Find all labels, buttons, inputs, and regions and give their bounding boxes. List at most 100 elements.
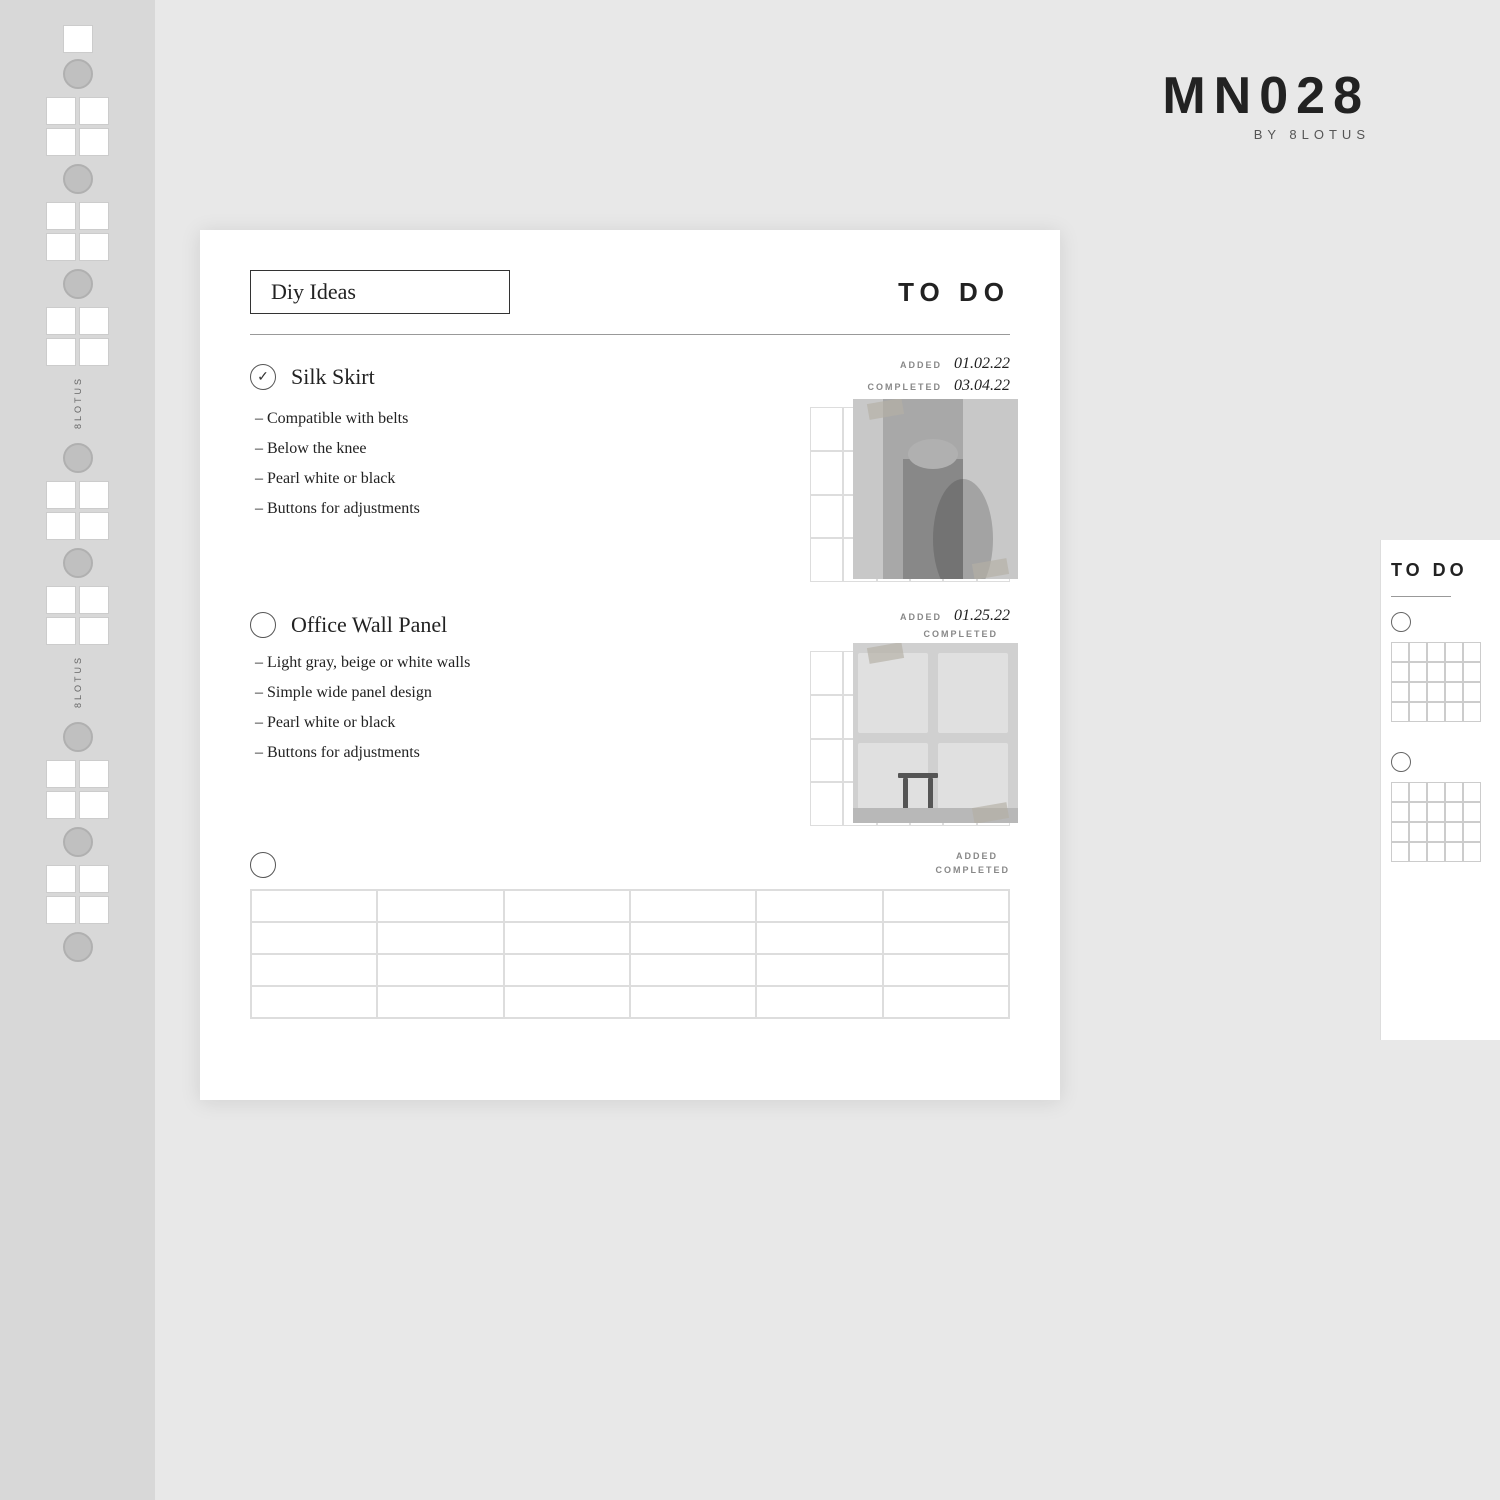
grid-cell <box>1463 702 1481 722</box>
sidebar-card <box>46 128 76 156</box>
sidebar-card <box>46 512 76 540</box>
grid-cell <box>1409 842 1427 862</box>
task-1-completed-date: 03.04.22 <box>954 377 1010 395</box>
sidebar: 8LOTUS 8LOTUS <box>0 0 155 1500</box>
sidebar-card <box>46 586 76 614</box>
grid-cell <box>1445 702 1463 722</box>
grid-cell <box>1445 842 1463 862</box>
page-divider <box>250 334 1010 335</box>
grid-cell <box>1391 642 1409 662</box>
sidebar-label-2: 8LOTUS <box>73 655 83 708</box>
silk-skirt-svg <box>853 399 1018 579</box>
task-1-bullet-1: – Compatible with belts <box>255 407 790 431</box>
page-title: Diy Ideas <box>250 270 510 314</box>
task-3-dates: ADDED COMPLETED <box>935 851 1010 879</box>
sidebar-card <box>46 233 76 261</box>
todo-header: TO DO <box>898 277 1010 308</box>
grid-cell <box>1409 822 1427 842</box>
grid-cell <box>1445 782 1463 802</box>
grid-cell <box>1427 642 1445 662</box>
task-1-added-row: ADDED 01.02.22 <box>867 355 1010 373</box>
task-1-title: Silk Skirt <box>291 364 375 390</box>
grid-cell <box>1445 682 1463 702</box>
brand-byline: BY 8LOTUS <box>1162 127 1370 142</box>
task-1-added-date: 01.02.22 <box>954 355 1010 373</box>
grid-cell <box>1391 842 1409 862</box>
sidebar-card <box>79 586 109 614</box>
task-2-header-row: Office Wall Panel ADDED 01.25.22 COMPLET… <box>250 607 1010 643</box>
grid-cell <box>1409 782 1427 802</box>
sidebar-card <box>46 481 76 509</box>
task-2-image <box>853 643 1018 823</box>
grid-cell <box>1463 662 1481 682</box>
task-1-content: – Compatible with belts – Below the knee… <box>255 407 1010 582</box>
sidebar-card <box>79 202 109 230</box>
grid-cell <box>1427 782 1445 802</box>
sidebar-card <box>79 791 109 819</box>
task-1-bullet-4: – Buttons for adjustments <box>255 497 790 521</box>
sidebar-card <box>46 791 76 819</box>
sidebar-card <box>63 25 93 53</box>
task-2-bullet-4: – Buttons for adjustments <box>255 741 790 765</box>
sidebar-ring <box>63 548 93 578</box>
sidebar-card <box>79 128 109 156</box>
sidebar-ring <box>63 932 93 962</box>
task-3-grid <box>250 889 1010 1019</box>
grid-cell <box>1409 802 1427 822</box>
grid-cell <box>1427 682 1445 702</box>
task-item-3: ADDED COMPLETED <box>250 851 1010 1019</box>
page-header: Diy Ideas TO DO <box>250 270 1010 314</box>
sidebar-ring <box>63 722 93 752</box>
grid-cell <box>1391 682 1409 702</box>
grid-cell <box>1445 822 1463 842</box>
task-1-bullet-2: – Below the knee <box>255 437 790 461</box>
task-3-completed-label: COMPLETED <box>935 865 1010 875</box>
task-2-completed-label: COMPLETED <box>923 629 998 639</box>
sidebar-ring <box>63 269 93 299</box>
grid-cell <box>1445 802 1463 822</box>
task-1-dates: ADDED 01.02.22 COMPLETED 03.04.22 <box>867 355 1010 399</box>
grid-cell <box>1445 642 1463 662</box>
grid-cell <box>1391 702 1409 722</box>
grid-cell <box>1427 822 1445 842</box>
task-2-checkbox[interactable] <box>250 612 276 638</box>
task-1-checkbox[interactable]: ✓ <box>250 364 276 390</box>
grid-cell <box>1463 782 1481 802</box>
task-1-bullet-3: – Pearl white or black <box>255 467 790 491</box>
grid-cell <box>1391 802 1409 822</box>
task-item-1: ✓ Silk Skirt ADDED 01.02.22 COMPLETED 03… <box>250 355 1010 582</box>
sidebar-ring <box>63 443 93 473</box>
task-2-title: Office Wall Panel <box>291 612 447 638</box>
right-grid-1 <box>1391 642 1481 722</box>
task-3-added-label: ADDED <box>956 851 998 861</box>
sidebar-card <box>46 760 76 788</box>
task-1-header-row: ✓ Silk Skirt ADDED 01.02.22 COMPLETED 03… <box>250 355 1010 399</box>
task-2-completed-row: COMPLETED <box>900 629 1010 639</box>
task-3-completed-row: COMPLETED <box>935 865 1010 875</box>
sidebar-ring <box>63 59 93 89</box>
task-2-bullet-3: – Pearl white or black <box>255 711 790 735</box>
sidebar-card <box>79 481 109 509</box>
grid-cell <box>1427 662 1445 682</box>
task-2-dates: ADDED 01.25.22 COMPLETED <box>900 607 1010 643</box>
sidebar-card <box>46 338 76 366</box>
grid-cell <box>1445 662 1463 682</box>
grid-cell <box>1463 842 1481 862</box>
sidebar-card <box>79 617 109 645</box>
right-divider <box>1391 596 1451 597</box>
sidebar-card <box>46 307 76 335</box>
task-1-completed-row: COMPLETED 03.04.22 <box>867 377 1010 395</box>
grid-cell <box>1427 842 1445 862</box>
sidebar-top-group: 8LOTUS 8LOTUS <box>0 20 155 973</box>
sidebar-ring <box>63 827 93 857</box>
task-1-added-label: ADDED <box>900 360 942 370</box>
main-page: Diy Ideas TO DO ✓ Silk Skirt ADDED 01.02… <box>200 230 1060 1100</box>
task-2-content: – Light gray, beige or white walls – Sim… <box>255 651 1010 826</box>
task-1-notes: – Compatible with belts – Below the knee… <box>255 407 790 582</box>
task-1-completed-label: COMPLETED <box>867 382 942 392</box>
brand-code: MN028 <box>1162 70 1370 122</box>
task-3-added-row: ADDED <box>935 851 1010 861</box>
task-3-checkbox[interactable] <box>250 852 276 878</box>
sidebar-card <box>79 865 109 893</box>
right-todo-header: TO DO <box>1391 560 1490 581</box>
